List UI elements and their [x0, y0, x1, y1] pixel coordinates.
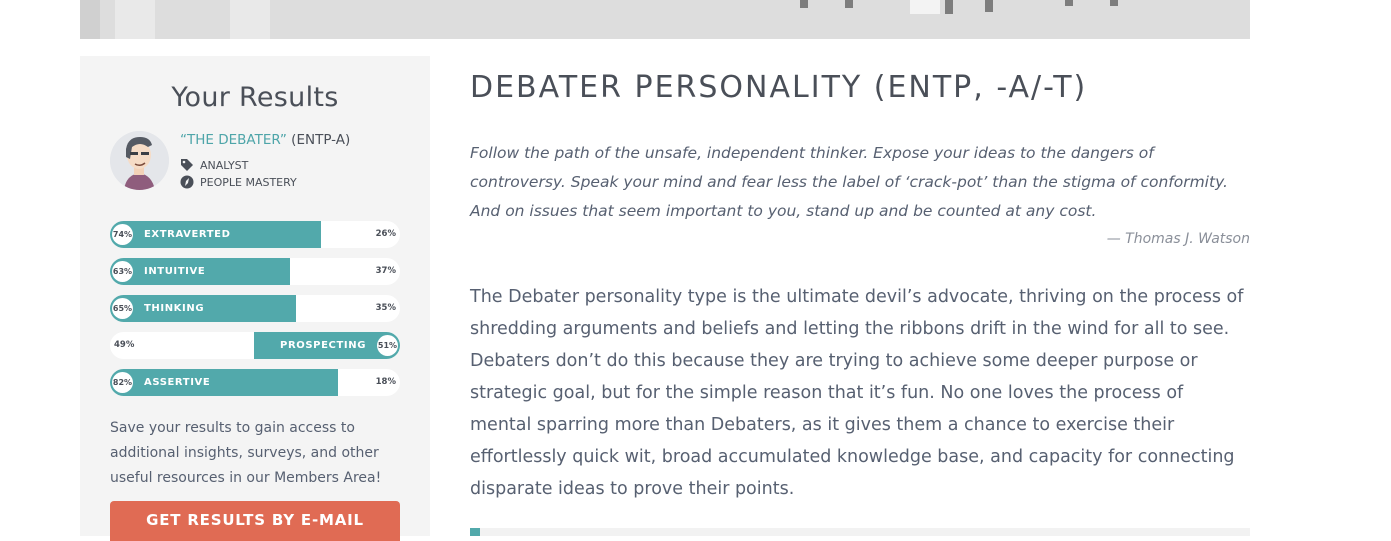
dominant-percent: 65%: [112, 298, 133, 319]
intro-paragraph: The Debater personality type is the ulti…: [470, 287, 1244, 499]
personality-type: “THE DEBATER” (ENTP-A): [180, 132, 350, 148]
page-title: DEBATER PERSONALITY (ENTP, -A/-T): [470, 70, 1088, 105]
results-heading: Your Results: [171, 82, 339, 113]
get-results-email-button[interactable]: GET RESULTS BY E-MAIL: [110, 501, 400, 541]
opposite-percent: 37%: [375, 266, 396, 276]
opposite-percent: 18%: [375, 377, 396, 387]
trait-label: EXTRAVERTED: [144, 229, 231, 240]
header-banner-illustration: [80, 0, 1250, 39]
opposite-percent: 26%: [375, 229, 396, 239]
results-sidebar: Your Results “THE DEBATER” (ENTP-A) ANAL…: [80, 56, 430, 541]
compass-icon: [180, 175, 194, 189]
opposite-percent: 35%: [375, 303, 396, 313]
trait-strategy-label: PEOPLE MASTERY: [200, 175, 297, 189]
save-results-text: Save your results to gain access to addi…: [110, 420, 382, 486]
dominant-percent: 82%: [112, 372, 133, 393]
dominant-percent: 74%: [112, 224, 133, 245]
trait-bar-assertive[interactable]: 82% ASSERTIVE 18%: [110, 369, 400, 396]
trait-label: PROSPECTING: [280, 340, 366, 351]
trait-label: ASSERTIVE: [144, 377, 211, 388]
trait-bar-extraverted[interactable]: 74% EXTRAVERTED 26%: [110, 221, 400, 248]
next-section-strip: [470, 528, 1250, 536]
accent-marker: [470, 528, 480, 536]
dominant-percent: 63%: [112, 261, 133, 282]
intro-quote: Follow the path of the unsafe, independe…: [470, 144, 1228, 220]
opposite-percent: 49%: [114, 340, 135, 350]
debater-avatar: [110, 131, 169, 190]
trait-strategy: PEOPLE MASTERY: [180, 175, 297, 189]
trait-bar-thinking[interactable]: 65% THINKING 35%: [110, 295, 400, 322]
quote-author: — Thomas J. Watson: [1106, 231, 1250, 247]
dominant-percent: 51%: [377, 335, 398, 356]
trait-role-label: ANALYST: [200, 158, 249, 172]
trait-bar-prospecting[interactable]: 49% PROSPECTING 51%: [110, 332, 400, 359]
type-code: (ENTP-A): [291, 132, 351, 148]
trait-label: INTUITIVE: [144, 266, 206, 277]
trait-role: ANALYST: [180, 158, 248, 172]
tag-icon: [180, 158, 194, 172]
trait-bar-intuitive[interactable]: 63% INTUITIVE 37%: [110, 258, 400, 285]
trait-label: THINKING: [144, 303, 205, 314]
type-name-link[interactable]: “THE DEBATER”: [180, 132, 287, 148]
